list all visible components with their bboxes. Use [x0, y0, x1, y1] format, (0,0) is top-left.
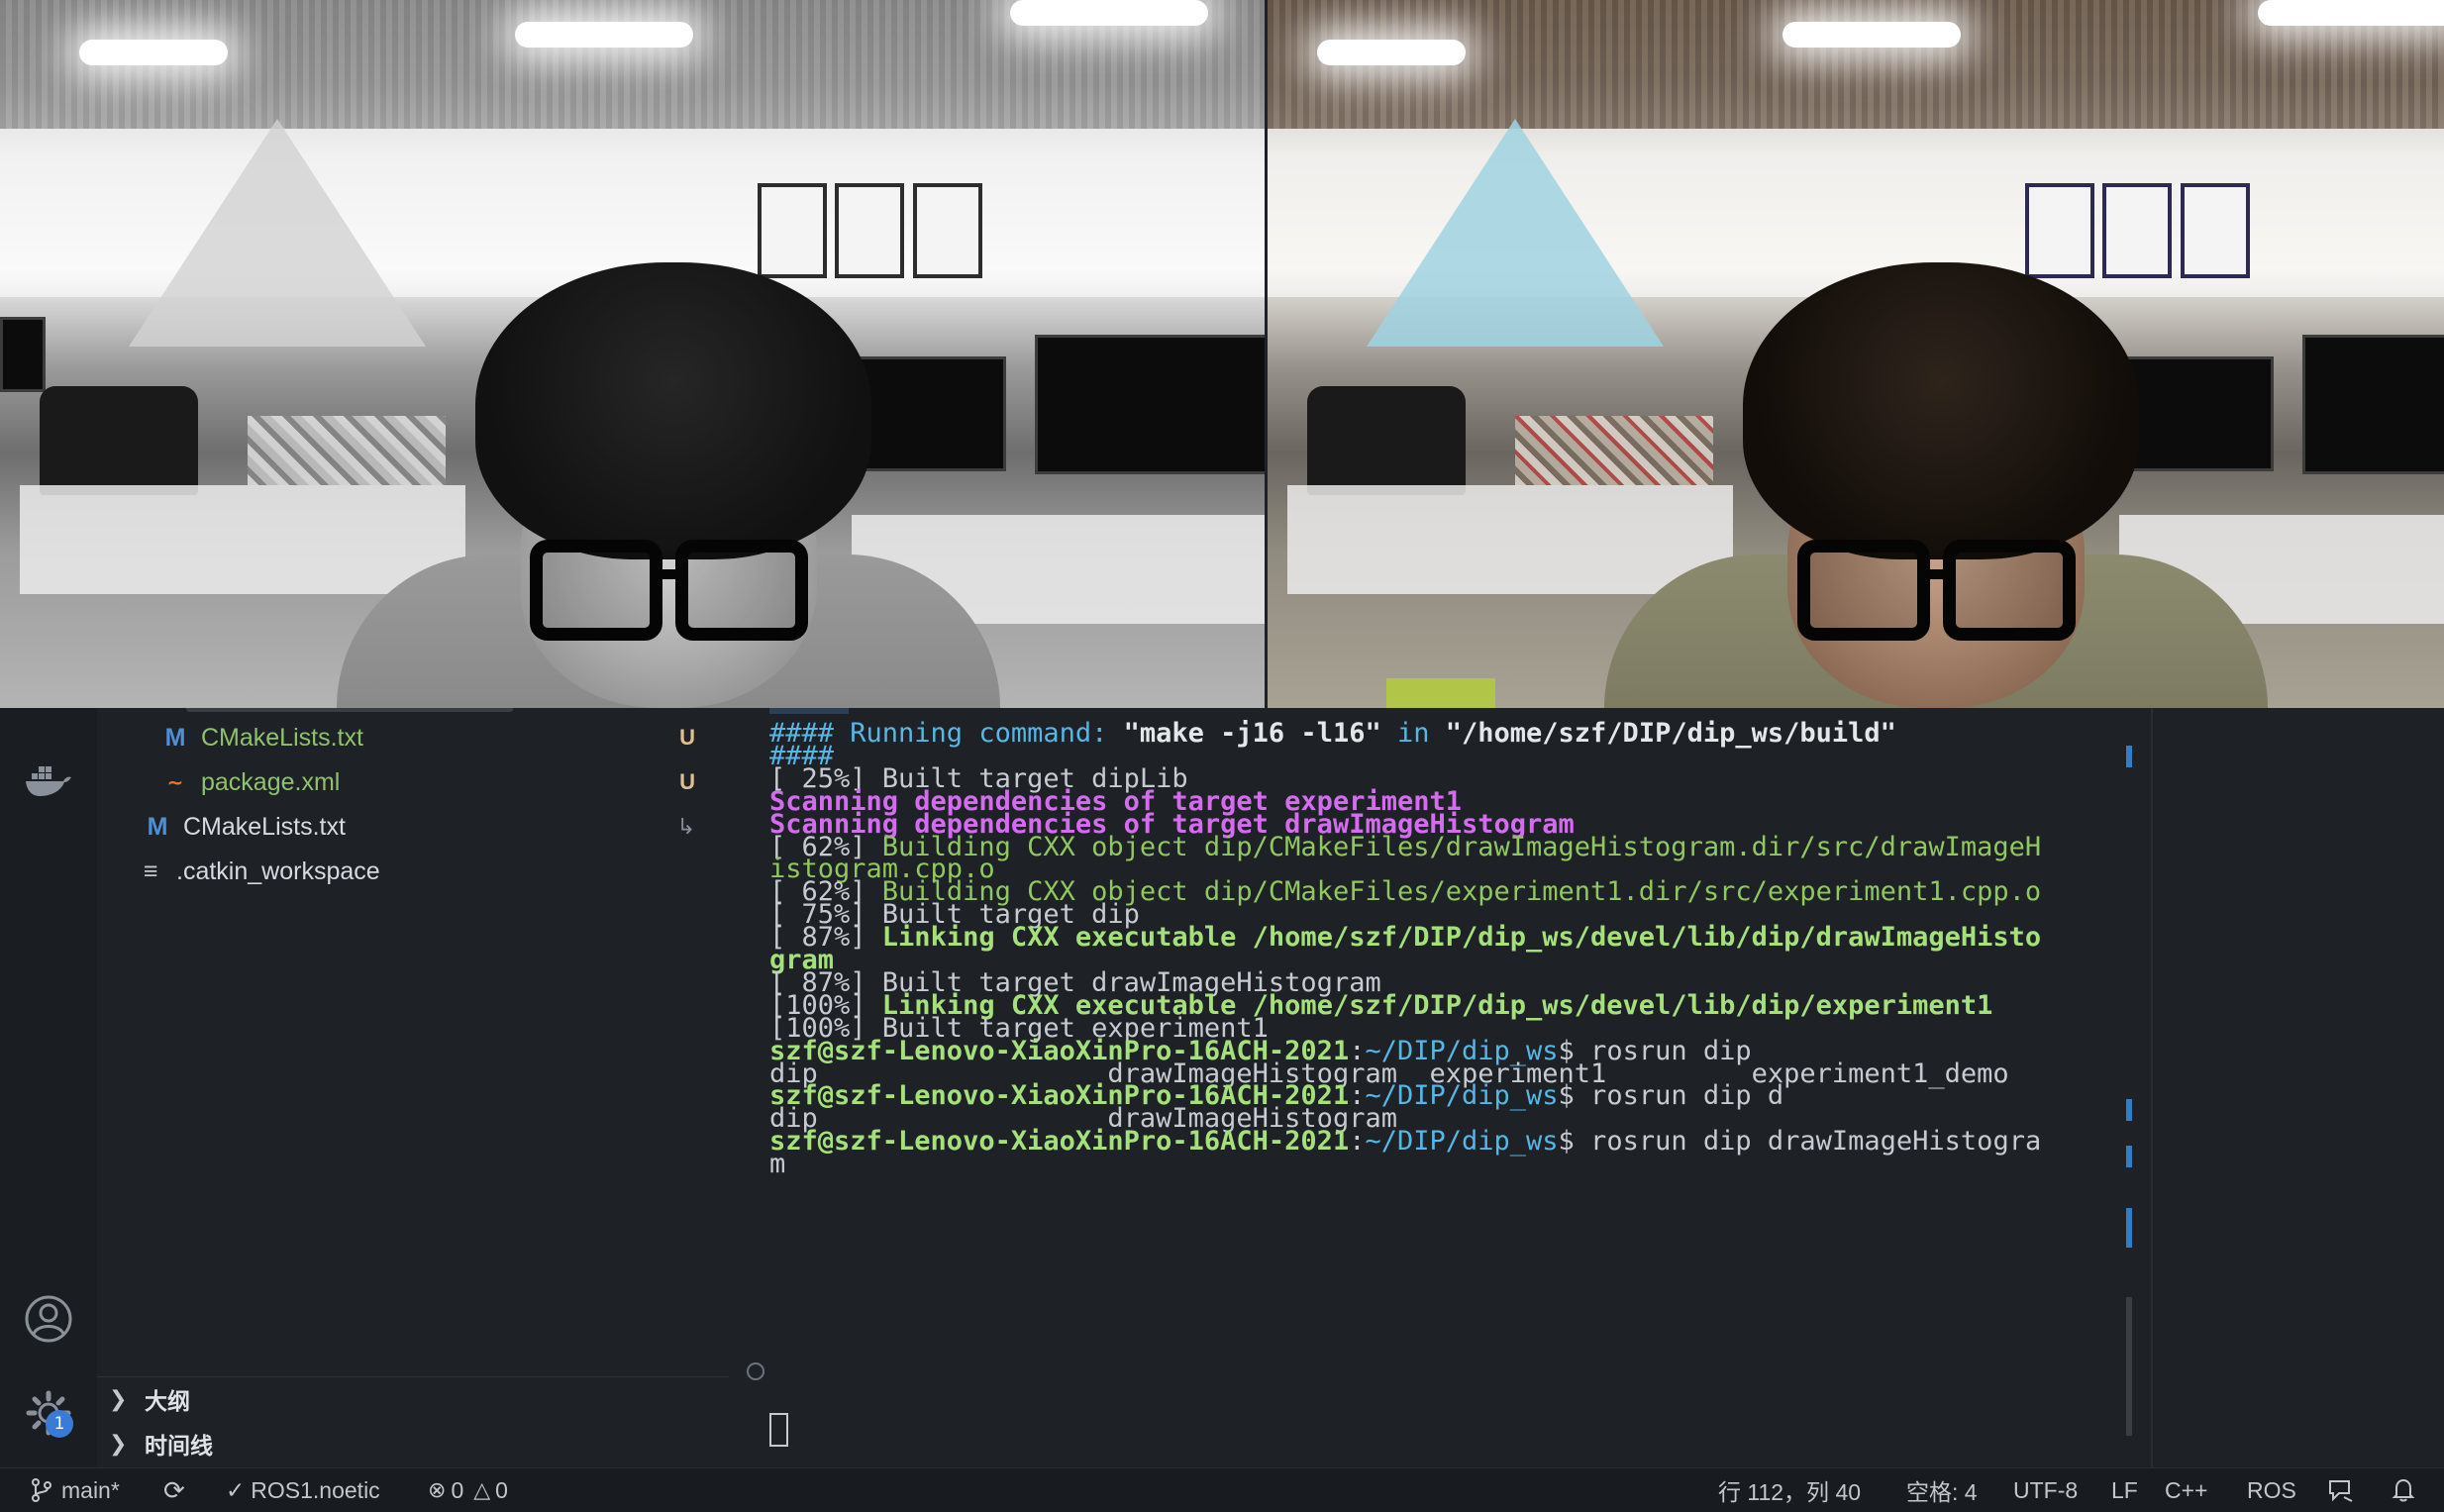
cmake-file-icon: M: [164, 723, 186, 752]
encoding[interactable]: UTF-8: [2013, 1468, 2078, 1512]
file-name: CMakeLists.txt: [201, 723, 363, 752]
scroll-marker: [2126, 1099, 2132, 1121]
scrolled-row-fragment: [97, 708, 729, 716]
branch-indicator[interactable]: main*: [30, 1468, 120, 1512]
file-item-cmakelists-root[interactable]: M CMakeLists.txt ↳: [97, 805, 729, 849]
text-file-icon: ≡: [143, 857, 158, 885]
file-item-catkin-workspace[interactable]: ≡ .catkin_workspace: [97, 850, 729, 893]
terminal-scrollbar[interactable]: [2126, 1297, 2132, 1436]
account-icon[interactable]: [22, 1292, 75, 1346]
problems-indicator[interactable]: ⊗ 0 △ 0: [428, 1468, 508, 1512]
chevron-right-icon: ❯: [109, 1431, 128, 1456]
outline-section[interactable]: ❯ 大纲: [97, 1377, 729, 1421]
file-name: package.xml: [201, 767, 341, 796]
file-name: .catkin_workspace: [176, 857, 380, 885]
indentation[interactable]: 空格: 4: [1906, 1468, 1978, 1512]
branch-name: main*: [61, 1476, 120, 1503]
scroll-marker: [2126, 746, 2132, 767]
file-name: CMakeLists.txt: [183, 812, 346, 841]
error-icon: ⊗: [428, 1477, 447, 1502]
warning-icon: △: [473, 1477, 491, 1502]
gear-icon[interactable]: 1: [22, 1386, 75, 1440]
terminal-line: #### Running command: "make -j16 -l16" i…: [769, 716, 1896, 752]
terminal-line: szf@szf-Lenovo-XiaoXinPro-16ACH-2021:~/D…: [769, 1124, 2041, 1159]
git-branch-icon: [32, 1478, 51, 1502]
file-item-cmakelists-dip[interactable]: M CMakeLists.txt U: [97, 716, 729, 759]
ros-indicator[interactable]: ROS: [2247, 1468, 2296, 1512]
error-count: 0: [451, 1476, 464, 1503]
feedback-icon[interactable]: [2327, 1468, 2355, 1512]
terminal-text: szf@szf-Lenovo-XiaoXinPro-16ACH-2021: [769, 1126, 1350, 1158]
cmake-file-icon: M: [147, 812, 168, 841]
terminal-text: $ rosrun dip d: [1558, 1080, 1784, 1112]
cursor-position[interactable]: 行 112，列 40: [1718, 1468, 1861, 1512]
notifications-bell-icon[interactable]: [2392, 1468, 2415, 1512]
color-camera-window: [1268, 0, 2444, 708]
terminal-text: "make -j16 -l16": [1123, 718, 1381, 749]
command-decoration-icon: [747, 1362, 764, 1380]
terminal-line: [ 87%] Linking CXX executable /home/szf/…: [769, 920, 2041, 956]
status-bar: main* ⟳ ✓ ROS1.noetic ⊗ 0 △ 0 行 112，列 40…: [0, 1467, 2444, 1512]
chevron-right-icon: ❯: [109, 1386, 128, 1411]
terminal-text: ~/DIP/dip_ws: [1365, 1126, 1559, 1158]
untracked-badge: U: [679, 725, 695, 750]
terminal-text: :: [1349, 1126, 1366, 1158]
ros-env-label: ROS1.noetic: [251, 1476, 380, 1503]
docker-icon[interactable]: [22, 753, 75, 806]
language-mode[interactable]: C++: [2165, 1468, 2207, 1512]
explorer-sidebar: M CMakeLists.txt U ∼ package.xml U M CMa…: [97, 708, 729, 1467]
section-label: 时间线: [145, 1433, 213, 1459]
terminal-text: Building CXX object dip/CMakeFiles/drawI…: [881, 831, 2042, 862]
activity-bar: 1: [0, 708, 97, 1467]
terminal-text: m: [769, 1149, 786, 1180]
timeline-section[interactable]: ❯ 时间线: [97, 1422, 729, 1465]
terminal-text: "/home/szf/DIP/dip_ws/build": [1445, 718, 1896, 749]
terminal-text: in: [1380, 718, 1446, 749]
ros-env-indicator[interactable]: ✓ ROS1.noetic: [226, 1468, 380, 1512]
terminal-text: $ rosrun dip drawImageHistogra: [1558, 1126, 2042, 1158]
end-of-line[interactable]: LF: [2111, 1468, 2138, 1512]
warning-count: 0: [495, 1476, 508, 1503]
scroll-marker: [2126, 1208, 2132, 1248]
integrated-terminal[interactable]: #### Running command: "make -j16 -l16" i…: [729, 708, 2151, 1467]
untracked-badge: U: [679, 769, 695, 794]
scroll-marker: [2126, 1146, 2132, 1167]
section-label: 大纲: [145, 1388, 190, 1414]
check-icon: ✓: [226, 1476, 246, 1503]
file-item-package-xml[interactable]: ∼ package.xml U: [97, 760, 729, 804]
terminal-cursor: [769, 1411, 788, 1447]
sync-icon[interactable]: ⟳: [163, 1468, 185, 1512]
symlink-icon: ↳: [676, 814, 695, 839]
right-panel-area: [2151, 708, 2444, 1467]
terminal-text: Linking CXX executable /home/szf/DIP/dip…: [881, 922, 2042, 954]
terminal-line: m: [769, 1147, 785, 1182]
settings-badge: 1: [46, 1410, 73, 1438]
rss-xml-icon: ∼: [166, 771, 184, 794]
grayscale-camera-window: [0, 0, 1265, 708]
